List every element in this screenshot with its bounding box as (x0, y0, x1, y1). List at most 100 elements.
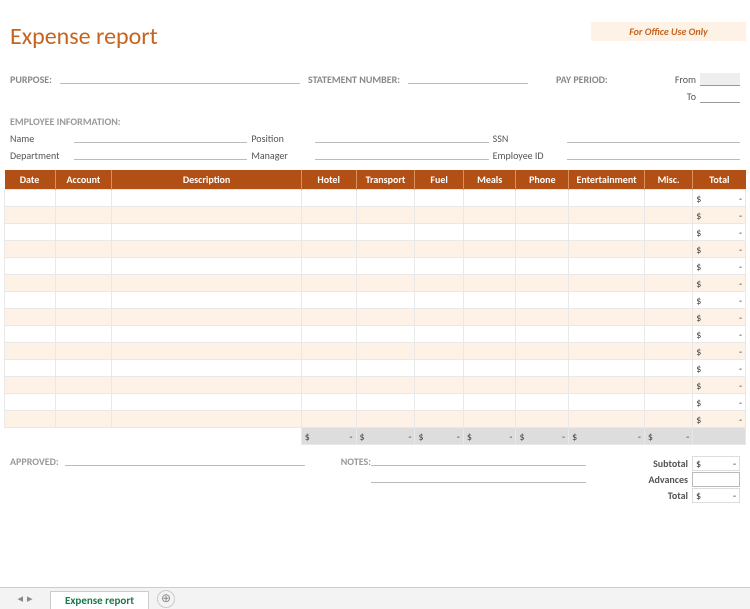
table-cell[interactable] (569, 360, 645, 377)
table-cell[interactable] (5, 309, 56, 326)
table-cell[interactable] (356, 360, 415, 377)
table-cell[interactable] (569, 411, 645, 428)
table-cell[interactable] (5, 190, 56, 207)
table-cell[interactable] (301, 275, 356, 292)
notes-line-2[interactable] (371, 472, 586, 483)
table-cell[interactable] (463, 207, 516, 224)
table-cell[interactable] (463, 326, 516, 343)
table-cell[interactable] (516, 190, 569, 207)
table-cell[interactable] (112, 207, 301, 224)
add-sheet-button[interactable]: ⊕ (157, 590, 175, 608)
table-cell[interactable] (55, 190, 112, 207)
table-cell[interactable] (55, 207, 112, 224)
table-cell[interactable] (415, 292, 463, 309)
table-cell[interactable] (569, 292, 645, 309)
table-cell[interactable] (5, 292, 56, 309)
table-cell[interactable] (644, 224, 692, 241)
table-cell[interactable] (55, 377, 112, 394)
table-cell[interactable] (463, 292, 516, 309)
name-field[interactable] (74, 132, 247, 143)
table-cell[interactable] (644, 343, 692, 360)
table-cell[interactable] (356, 224, 415, 241)
table-cell[interactable] (516, 394, 569, 411)
purpose-field[interactable] (60, 73, 300, 84)
pay-period-to-field[interactable] (700, 90, 740, 103)
table-cell[interactable] (301, 377, 356, 394)
table-cell[interactable] (569, 207, 645, 224)
table-cell[interactable] (55, 411, 112, 428)
table-cell[interactable] (463, 224, 516, 241)
table-cell[interactable] (463, 394, 516, 411)
sheet-nav-prev-icon[interactable]: ◂ (17, 592, 23, 605)
table-cell[interactable] (356, 258, 415, 275)
table-cell[interactable] (356, 326, 415, 343)
table-cell[interactable] (356, 241, 415, 258)
pay-period-from-field[interactable] (700, 73, 740, 86)
table-cell[interactable] (415, 309, 463, 326)
table-cell[interactable] (516, 360, 569, 377)
table-cell[interactable] (112, 326, 301, 343)
table-cell[interactable] (463, 258, 516, 275)
table-cell[interactable] (55, 224, 112, 241)
table-cell[interactable] (415, 360, 463, 377)
table-cell[interactable] (55, 258, 112, 275)
table-cell[interactable] (463, 275, 516, 292)
table-cell[interactable] (644, 309, 692, 326)
table-cell[interactable] (644, 377, 692, 394)
table-cell[interactable] (415, 326, 463, 343)
table-cell[interactable] (516, 207, 569, 224)
table-cell[interactable] (301, 241, 356, 258)
table-cell[interactable] (301, 292, 356, 309)
table-cell[interactable] (516, 292, 569, 309)
table-cell[interactable] (644, 241, 692, 258)
table-cell[interactable] (5, 360, 56, 377)
table-cell[interactable] (516, 275, 569, 292)
table-cell[interactable] (112, 343, 301, 360)
table-cell[interactable] (112, 309, 301, 326)
table-cell[interactable] (356, 411, 415, 428)
table-cell[interactable] (356, 309, 415, 326)
table-cell[interactable] (55, 241, 112, 258)
table-cell[interactable] (415, 411, 463, 428)
table-cell[interactable] (516, 224, 569, 241)
table-cell[interactable] (55, 394, 112, 411)
table-cell[interactable] (112, 377, 301, 394)
table-cell[interactable] (301, 258, 356, 275)
table-cell[interactable] (463, 190, 516, 207)
table-cell[interactable] (516, 377, 569, 394)
table-cell[interactable] (5, 275, 56, 292)
table-cell[interactable] (569, 241, 645, 258)
table-cell[interactable] (112, 292, 301, 309)
table-cell[interactable] (644, 394, 692, 411)
table-cell[interactable] (463, 241, 516, 258)
table-cell[interactable] (356, 275, 415, 292)
table-cell[interactable] (415, 258, 463, 275)
table-cell[interactable] (112, 224, 301, 241)
table-cell[interactable] (55, 326, 112, 343)
table-cell[interactable] (301, 360, 356, 377)
table-cell[interactable] (644, 292, 692, 309)
table-cell[interactable] (356, 343, 415, 360)
table-cell[interactable] (301, 394, 356, 411)
table-cell[interactable] (415, 394, 463, 411)
table-cell[interactable] (301, 411, 356, 428)
table-cell[interactable] (5, 377, 56, 394)
table-cell[interactable] (415, 241, 463, 258)
table-cell[interactable] (415, 343, 463, 360)
table-cell[interactable] (569, 394, 645, 411)
table-cell[interactable] (415, 275, 463, 292)
advances-field[interactable] (692, 472, 740, 487)
sheet-nav-next-icon[interactable]: ▸ (27, 592, 33, 605)
table-cell[interactable] (463, 411, 516, 428)
table-cell[interactable] (463, 360, 516, 377)
table-cell[interactable] (569, 224, 645, 241)
table-cell[interactable] (301, 207, 356, 224)
table-cell[interactable] (644, 190, 692, 207)
table-cell[interactable] (356, 190, 415, 207)
position-field[interactable] (315, 132, 488, 143)
table-cell[interactable] (5, 411, 56, 428)
table-cell[interactable] (463, 377, 516, 394)
notes-line-1[interactable] (371, 455, 586, 466)
table-cell[interactable] (112, 275, 301, 292)
table-cell[interactable] (569, 258, 645, 275)
